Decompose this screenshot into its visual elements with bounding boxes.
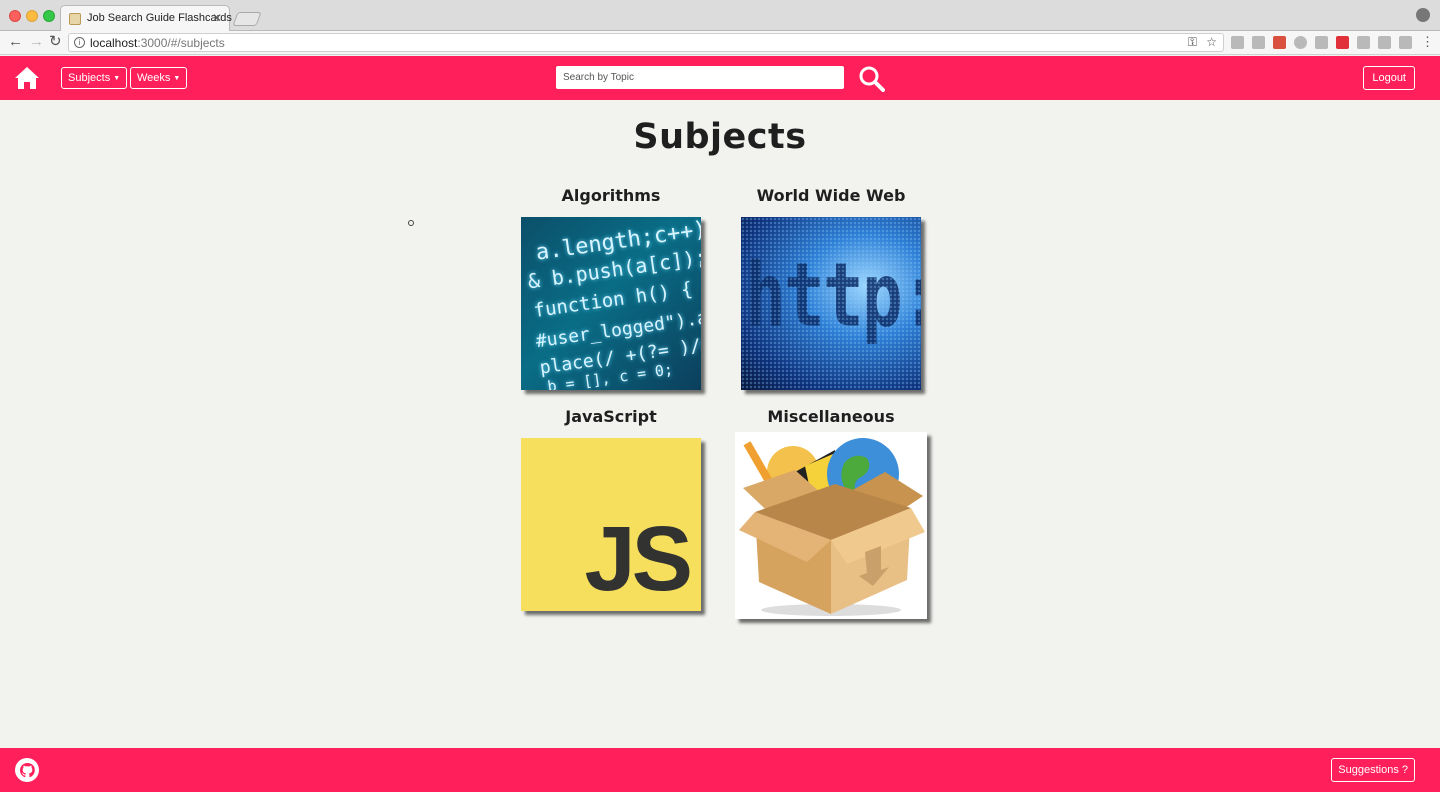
- subject-label: Miscellaneous: [767, 407, 895, 426]
- algorithms-image[interactable]: a.length;c++) { & b.push(a[c]); function…: [521, 217, 701, 390]
- extension-icon[interactable]: [1315, 36, 1328, 49]
- subjects-dropdown[interactable]: Subjects ▼: [61, 67, 128, 89]
- info-icon[interactable]: i: [74, 37, 85, 48]
- close-window-button[interactable]: [9, 10, 21, 22]
- suggestions-button[interactable]: Suggestions ?: [1331, 758, 1415, 782]
- miscellaneous-box-image[interactable]: [735, 432, 927, 619]
- favicon-icon: [69, 13, 81, 25]
- extension-icon[interactable]: [1231, 36, 1244, 49]
- app-navbar: Subjects▼ Weeks▼ Logout: [0, 56, 1440, 100]
- weeks-dropdown[interactable]: Weeks ▼: [130, 67, 188, 89]
- mouse-cursor: [408, 220, 414, 226]
- caret-down-icon: ▼: [173, 75, 181, 82]
- page-title: Subjects: [633, 117, 807, 157]
- app-footer: Suggestions ?: [0, 748, 1440, 792]
- extension-icon[interactable]: [1273, 36, 1286, 49]
- zoom-window-button[interactable]: [43, 10, 55, 22]
- search-icon[interactable]: [859, 66, 885, 92]
- url-host: localhost: [90, 36, 138, 50]
- address-toolbar: ← → ↻ i localhost:3000/#/subjects ⚿ ☆ ⋮: [0, 31, 1440, 55]
- browser-menu-icon[interactable]: ⋮: [1421, 34, 1434, 50]
- extension-icon[interactable]: [1378, 36, 1391, 49]
- back-arrow-icon[interactable]: ←: [8, 34, 23, 50]
- github-icon[interactable]: [14, 757, 40, 783]
- url-text: localhost:3000/#/subjects: [90, 36, 225, 50]
- extension-icon[interactable]: [1399, 36, 1412, 49]
- forward-arrow-icon[interactable]: →: [29, 34, 44, 50]
- caret-down-icon: ▼: [113, 75, 121, 82]
- world-wide-web-image[interactable]: http://www: [741, 217, 921, 390]
- profile-icon[interactable]: [1416, 8, 1430, 22]
- minimize-window-button[interactable]: [26, 10, 38, 22]
- new-tab-button[interactable]: [232, 12, 262, 26]
- js-logo-text: JS: [584, 508, 693, 610]
- address-bar[interactable]: i localhost:3000/#/subjects ⚿ ☆: [68, 33, 1224, 52]
- browser-tab-strip: Job Search Guide Flashcards ✕: [0, 0, 1440, 31]
- url-path: :3000/#/subjects: [137, 36, 225, 50]
- tab-title: Job Search Guide Flashcards: [87, 12, 232, 24]
- pixel-grid: [741, 217, 921, 390]
- subject-label: World Wide Web: [756, 186, 906, 205]
- reload-icon[interactable]: ↻: [49, 34, 62, 50]
- home-icon[interactable]: [14, 66, 40, 90]
- extension-icon[interactable]: [1357, 36, 1370, 49]
- extension-icon[interactable]: [1336, 36, 1349, 49]
- weeks-dropdown-label: Weeks: [137, 72, 171, 84]
- logout-button[interactable]: Logout: [1363, 66, 1415, 90]
- search-input[interactable]: [556, 66, 844, 89]
- key-icon[interactable]: ⚿: [1188, 35, 1197, 50]
- javascript-logo-image[interactable]: JS: [521, 438, 701, 611]
- cardboard-box-icon: [739, 438, 925, 616]
- browser-tab[interactable]: Job Search Guide Flashcards ✕: [60, 5, 232, 31]
- extension-icon[interactable]: [1294, 36, 1307, 49]
- bookmark-star-icon[interactable]: ☆: [1206, 35, 1217, 49]
- extension-icon[interactable]: [1252, 36, 1265, 49]
- subjects-dropdown-label: Subjects: [68, 72, 111, 84]
- tab-close-icon[interactable]: ✕: [212, 11, 222, 25]
